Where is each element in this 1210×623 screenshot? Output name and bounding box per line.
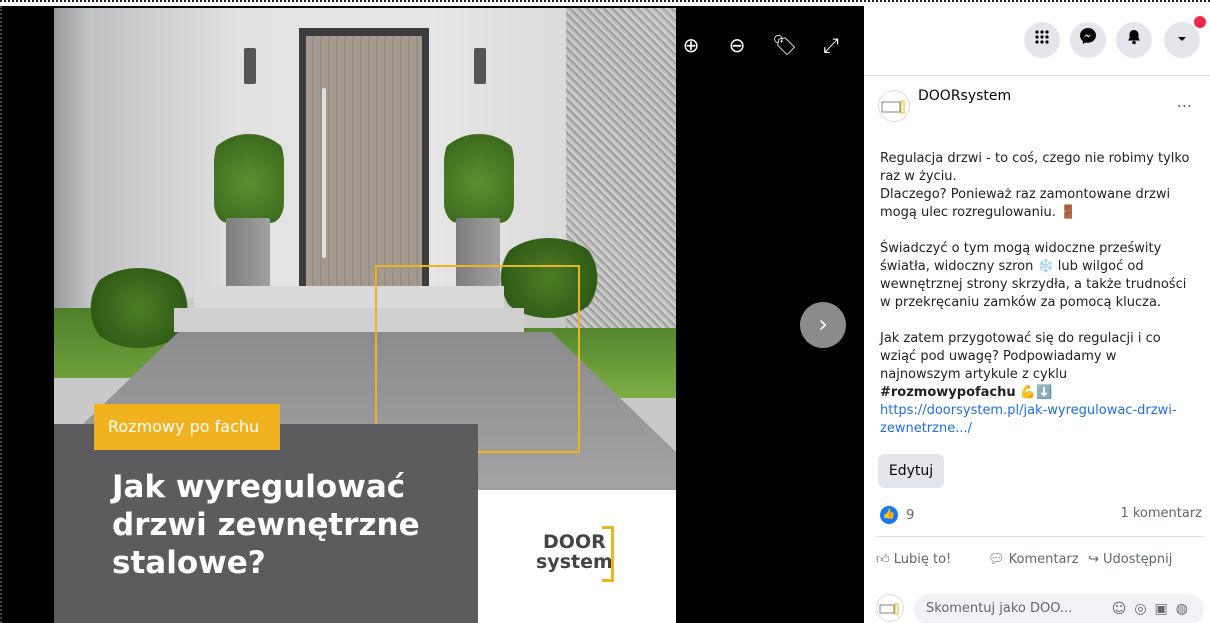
- like-button[interactable]: 👍︎ Lubię to!: [876, 552, 951, 567]
- zoom-in-icon[interactable]: ⊕: [680, 34, 702, 56]
- image-headline: Jak wyregulować drzwi zewnętrzne stalowe…: [112, 469, 420, 581]
- image-lamp-left: [244, 48, 256, 84]
- post-paragraph-1: Regulacja drzwi - to coś, czego nie robi…: [880, 151, 1190, 220]
- post-text: Regulacja drzwi - to coś, czego nie robi…: [880, 150, 1200, 438]
- like-reaction-icon[interactable]: 👍: [880, 506, 898, 524]
- messenger-icon[interactable]: [1070, 22, 1106, 58]
- comments-count[interactable]: 1 komentarz: [1120, 506, 1202, 521]
- post-header: DOORsystem ...: [878, 84, 1200, 134]
- viewer-left-strip: [0, 6, 54, 623]
- page-avatar[interactable]: [878, 90, 910, 122]
- thumb-up-icon: 👍︎: [876, 552, 894, 567]
- fullscreen-icon[interactable]: ⤢: [820, 34, 842, 56]
- next-photo-button[interactable]: ›: [800, 302, 846, 348]
- menu-grid-icon[interactable]: [1024, 22, 1060, 58]
- image-lamp-right: [474, 48, 486, 84]
- reactions-bar: 👍 9 1 komentarz: [880, 506, 1202, 526]
- camera-icon[interactable]: ◎: [1134, 601, 1154, 617]
- post-side-panel: DOORsystem ... Regulacja drzwi - to coś,…: [864, 6, 1210, 623]
- image-pillar: [54, 8, 94, 338]
- comment-composer: Skomentuj jako DOO... ☺◎▣◍: [876, 594, 1204, 623]
- share-icon: ↪: [1088, 552, 1104, 567]
- comment-input[interactable]: Skomentuj jako DOO... ☺◎▣◍: [914, 594, 1204, 623]
- share-label: Udostępnij: [1103, 552, 1173, 567]
- comment-placeholder: Skomentuj jako DOO...: [926, 601, 1073, 616]
- image-tag-label: Rozmowy po fachu: [94, 404, 280, 450]
- post-paragraph-3: Jak zatem przygotować się do regulacji i…: [880, 330, 1200, 438]
- page-name[interactable]: DOORsystem: [918, 88, 1011, 104]
- notifications-icon[interactable]: [1116, 22, 1152, 58]
- zoom-out-icon[interactable]: ⊖: [726, 34, 748, 56]
- post-emoji: 💪⬇️: [1015, 385, 1053, 400]
- like-label: Lubię to!: [893, 552, 952, 567]
- comment-tools: ☺◎▣◍: [1112, 594, 1196, 623]
- emoji-icon[interactable]: ☺: [1112, 601, 1135, 617]
- share-button[interactable]: ↪ Udostępnij: [1088, 552, 1172, 567]
- commenter-avatar: [876, 594, 904, 622]
- post-paragraph-3-text: Jak zatem przygotować się do regulacji i…: [880, 331, 1161, 382]
- notification-badge: [1194, 16, 1206, 28]
- actions-divider: [876, 536, 1204, 537]
- image-plant-right: [444, 123, 514, 223]
- comment-button[interactable]: 💬︎ Komentarz: [988, 552, 1079, 567]
- image-logo-box: DOOR system: [478, 490, 676, 623]
- tag-icon[interactable]: 🏷: [772, 34, 797, 56]
- post-paragraph-2: Świadczyć o tym mogą widoczne prześwity …: [880, 241, 1187, 310]
- image-logo-bracket: [602, 526, 614, 582]
- post-image[interactable]: Jak wyregulować drzwi zewnętrzne stalowe…: [54, 8, 676, 623]
- article-link[interactable]: https://doorsystem.pl/jak-wyregulowac-dr…: [880, 403, 1177, 436]
- comment-icon: 💬︎: [988, 552, 1009, 567]
- sticker-icon[interactable]: ◍: [1176, 601, 1196, 617]
- hashtag-link[interactable]: #rozmowypofachu: [880, 385, 1016, 400]
- account-dropdown-icon[interactable]: [1164, 22, 1200, 58]
- comment-label: Komentarz: [1008, 552, 1079, 567]
- post-actions: 👍︎ Lubię to! 💬︎ Komentarz ↪ Udostępnij: [872, 546, 1206, 574]
- image-door-handle: [322, 88, 326, 258]
- more-options-icon[interactable]: ...: [1177, 92, 1192, 111]
- gif-icon[interactable]: ▣: [1155, 601, 1176, 617]
- image-title-box: Jak wyregulować drzwi zewnętrzne stalowe…: [54, 424, 478, 623]
- like-count[interactable]: 9: [906, 508, 914, 523]
- top-border: [0, 0, 1210, 6]
- edit-button[interactable]: Edytuj: [878, 454, 944, 488]
- photo-viewer: Jak wyregulować drzwi zewnętrzne stalowe…: [0, 0, 864, 623]
- image-plant-left: [214, 123, 284, 223]
- top-bar: [864, 6, 1210, 76]
